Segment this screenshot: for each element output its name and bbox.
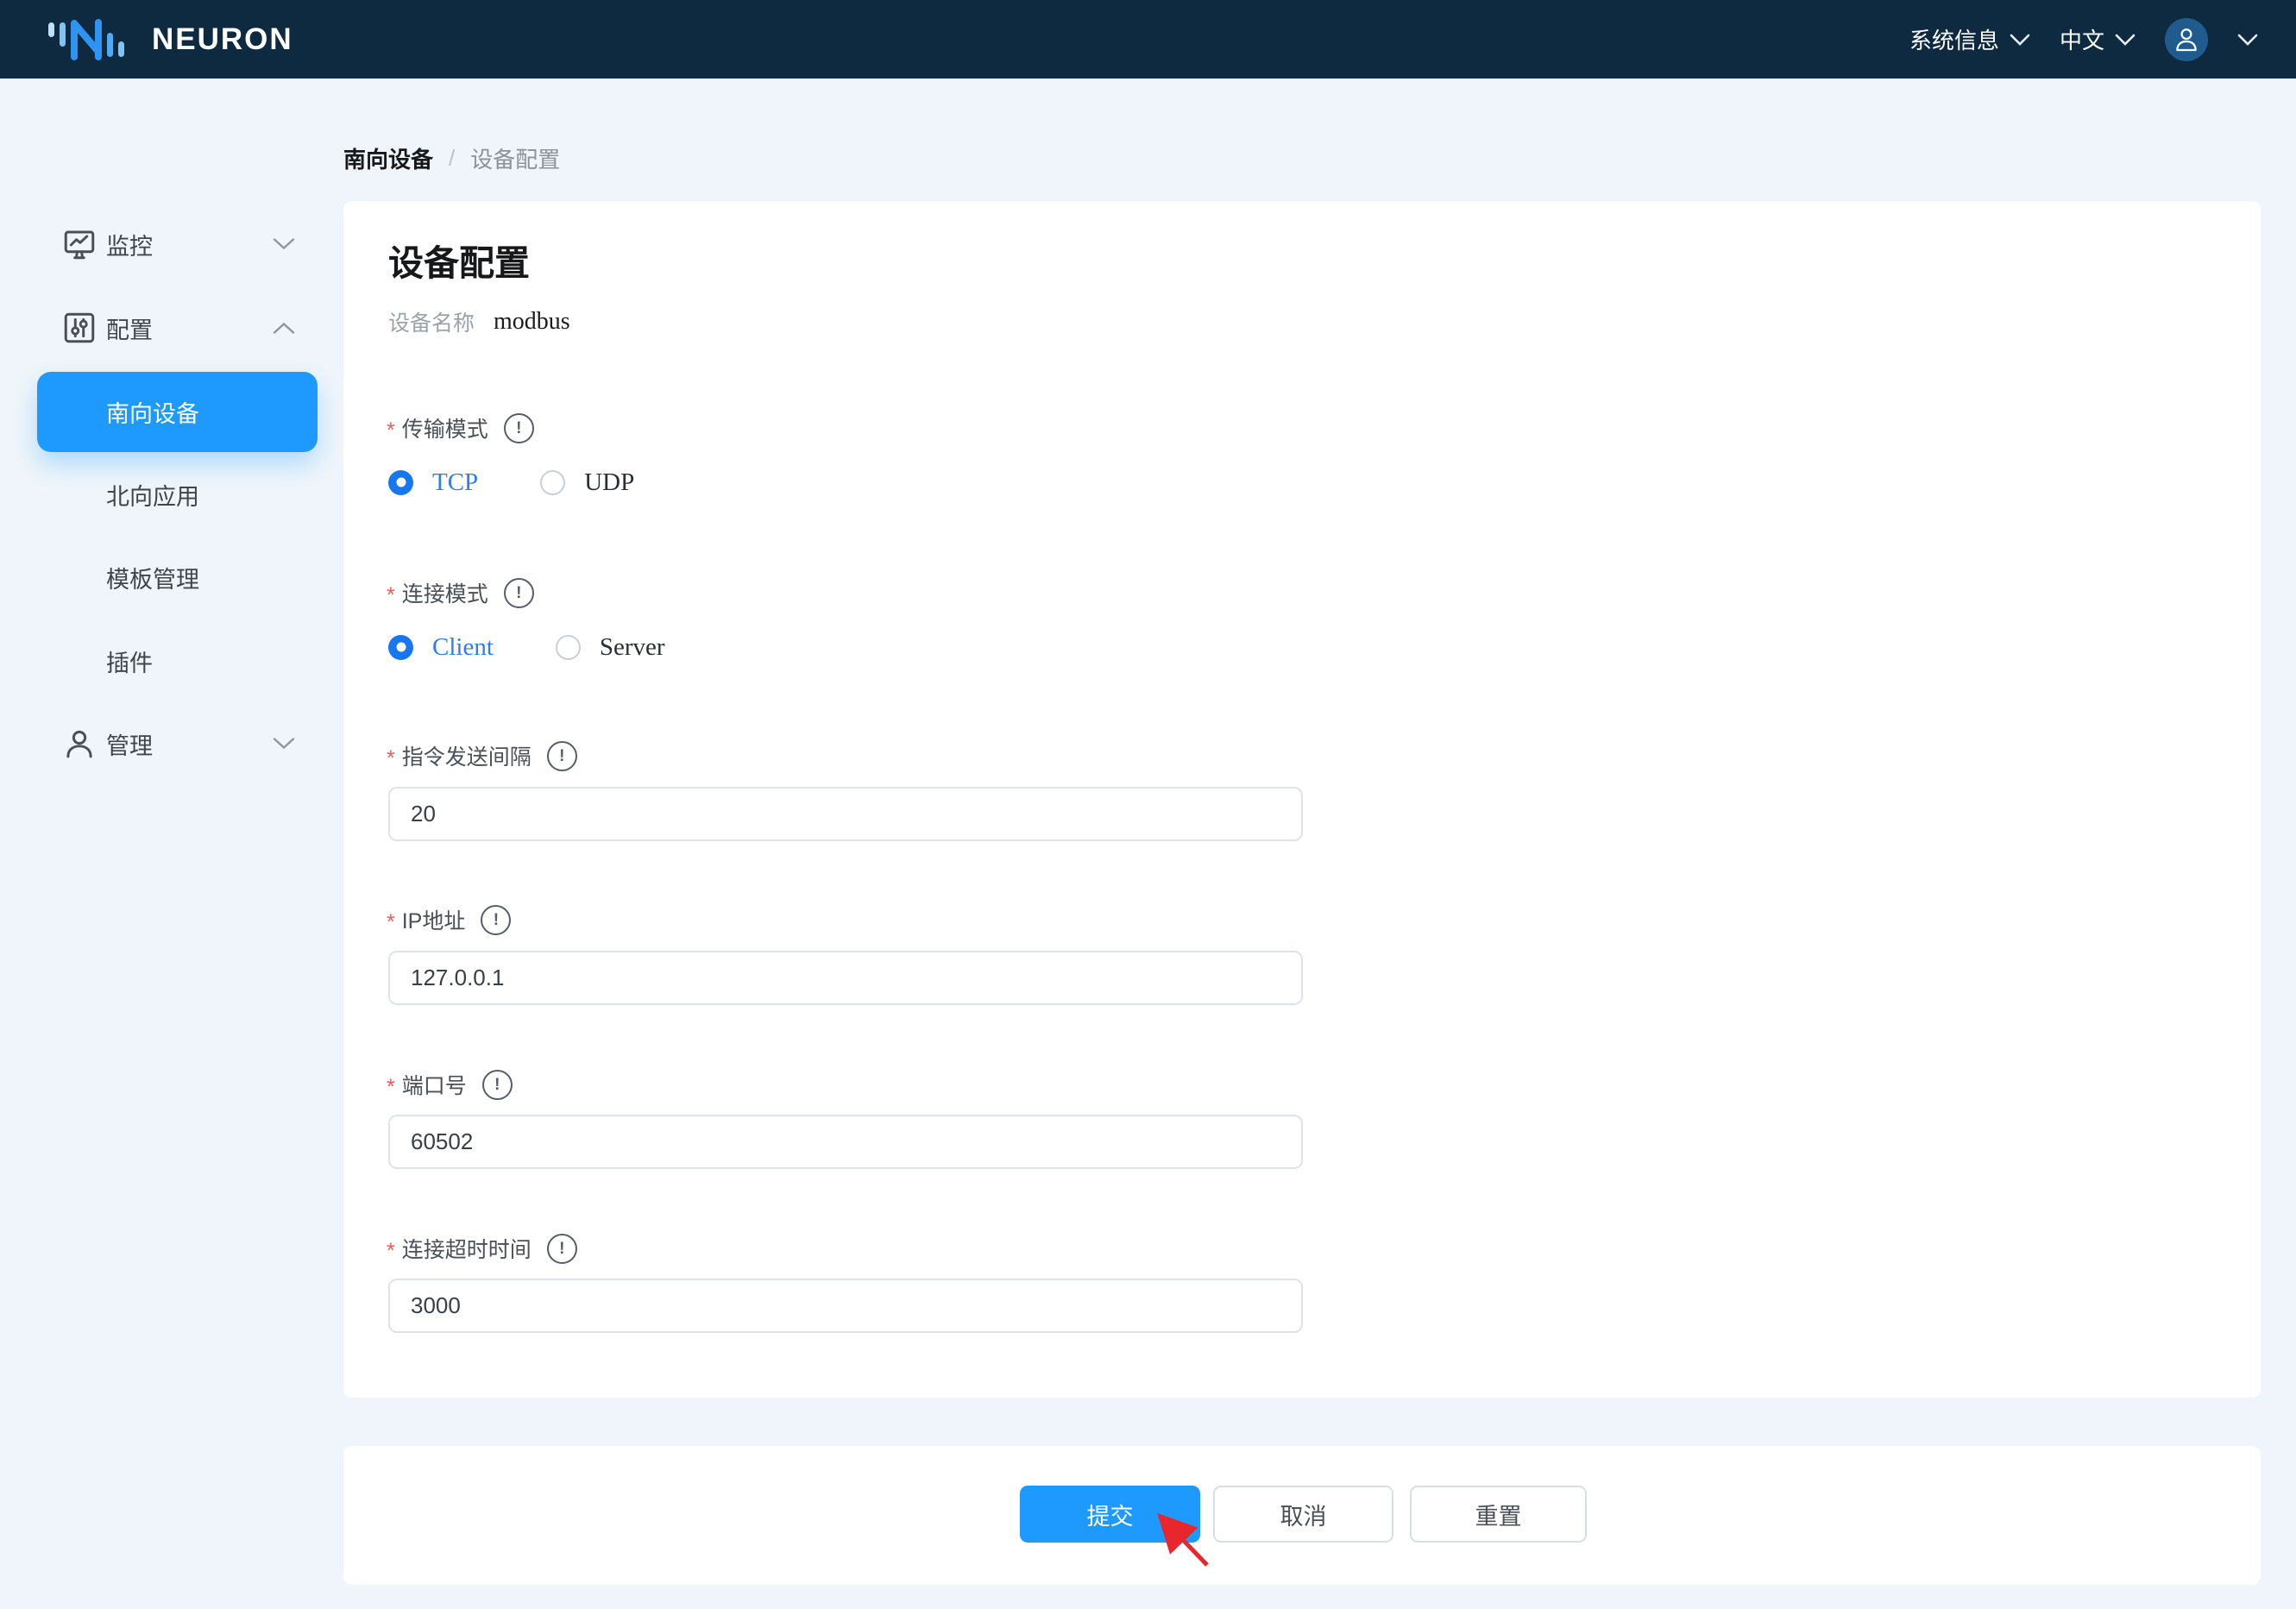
- sidebar-item-label: 管理: [106, 727, 153, 761]
- field-label-ip-address: * IP地址 !: [387, 904, 511, 935]
- connection-timeout-input[interactable]: [388, 1279, 1303, 1333]
- chevron-down-icon: [273, 238, 295, 251]
- sidebar-item-northbound[interactable]: 北向应用: [37, 468, 318, 521]
- required-mark: *: [387, 1239, 395, 1264]
- chevron-down-icon: [2115, 34, 2136, 46]
- required-mark: *: [387, 418, 395, 443]
- required-mark: *: [387, 583, 395, 608]
- sidebar-item-label: 北向应用: [106, 478, 199, 512]
- breadcrumb: 南向设备 / 设备配置: [343, 142, 560, 174]
- person-icon: [61, 726, 98, 762]
- info-circle-icon[interactable]: !: [482, 1070, 513, 1100]
- person-icon: [2172, 25, 2201, 54]
- sidebar-nav: 监控 配置 南向设备 北向应用 模板管理 插件 管理: [0, 79, 343, 1609]
- radio-unchecked-icon: [556, 635, 581, 660]
- device-name-label: 设备名称: [388, 306, 475, 337]
- field-label-connection-timeout: * 连接超时时间 !: [387, 1233, 577, 1264]
- transport-mode-radio-group: TCP UDP: [388, 456, 634, 508]
- field-label-port: * 端口号 !: [387, 1069, 513, 1100]
- neuron-logo-icon: [45, 16, 138, 64]
- send-interval-input[interactable]: [388, 787, 1303, 841]
- info-circle-icon[interactable]: !: [547, 741, 577, 771]
- info-circle-icon[interactable]: !: [547, 1234, 577, 1264]
- system-info-menu[interactable]: 系统信息: [1909, 23, 2030, 55]
- sliders-icon: [61, 310, 98, 346]
- system-info-label: 系统信息: [1909, 23, 1999, 55]
- sidebar-item-label: 插件: [106, 644, 153, 678]
- sidebar-item-label: 监控: [106, 228, 153, 261]
- language-menu[interactable]: 中文: [2060, 23, 2136, 55]
- cancel-button[interactable]: 取消: [1213, 1486, 1393, 1543]
- required-mark: *: [387, 910, 395, 935]
- monitor-icon: [61, 226, 98, 262]
- breadcrumb-parent[interactable]: 南向设备: [343, 142, 433, 174]
- sidebar-item-label: 配置: [106, 311, 153, 345]
- breadcrumb-separator: /: [449, 145, 455, 172]
- radio-option-tcp[interactable]: TCP: [388, 468, 478, 497]
- reset-button[interactable]: 重置: [1410, 1486, 1587, 1543]
- sidebar-item-config[interactable]: 配置: [37, 301, 318, 355]
- device-config-card: 设备配置 设备名称 modbus * 传输模式 ! TCP UDP * 连接模式…: [343, 201, 2261, 1398]
- sidebar-item-monitor[interactable]: 监控: [37, 217, 318, 271]
- info-circle-icon[interactable]: !: [504, 413, 534, 443]
- sidebar-item-admin[interactable]: 管理: [37, 717, 318, 770]
- sidebar-item-label: 模板管理: [106, 561, 199, 594]
- sidebar-item-southbound-active[interactable]: 南向设备: [37, 372, 318, 452]
- brand-name: NEURON: [152, 22, 293, 57]
- top-navbar: NEURON 系统信息 中文: [0, 0, 2296, 79]
- field-label-transport-mode: * 传输模式 !: [387, 412, 534, 443]
- account-chevron-down-icon[interactable]: [2237, 34, 2258, 46]
- chevron-down-icon: [273, 738, 295, 751]
- action-bar: 提交 取消 重置: [343, 1446, 2261, 1585]
- port-input[interactable]: [388, 1115, 1303, 1169]
- info-circle-icon[interactable]: !: [481, 905, 511, 935]
- radio-checked-icon: [388, 470, 413, 495]
- page-title: 设备配置: [388, 234, 530, 286]
- field-label-connection-mode: * 连接模式 !: [387, 577, 534, 608]
- radio-option-udp[interactable]: UDP: [540, 468, 634, 497]
- submit-button[interactable]: 提交: [1020, 1486, 1200, 1543]
- radio-option-client[interactable]: Client: [388, 633, 494, 662]
- info-circle-icon[interactable]: !: [504, 578, 534, 608]
- required-mark: *: [387, 1075, 395, 1100]
- sidebar-item-label: 南向设备: [106, 395, 199, 429]
- radio-unchecked-icon: [540, 470, 565, 495]
- required-mark: *: [387, 746, 395, 771]
- field-label-send-interval: * 指令发送间隔 !: [387, 740, 577, 771]
- ip-address-input[interactable]: [388, 951, 1303, 1005]
- device-name-value: modbus: [494, 308, 570, 336]
- radio-checked-icon: [388, 635, 413, 660]
- language-label: 中文: [2060, 23, 2104, 55]
- user-avatar[interactable]: [2165, 18, 2208, 61]
- chevron-up-icon: [273, 322, 295, 335]
- device-name-row: 设备名称 modbus: [388, 303, 570, 341]
- brand-logo: NEURON: [45, 16, 293, 64]
- chevron-down-icon: [2010, 34, 2030, 46]
- breadcrumb-current: 设备配置: [470, 142, 560, 174]
- connection-mode-radio-group: Client Server: [388, 621, 665, 673]
- sidebar-item-templates[interactable]: 模板管理: [37, 550, 318, 604]
- sidebar-item-plugins[interactable]: 插件: [37, 634, 318, 688]
- radio-option-server[interactable]: Server: [556, 633, 665, 662]
